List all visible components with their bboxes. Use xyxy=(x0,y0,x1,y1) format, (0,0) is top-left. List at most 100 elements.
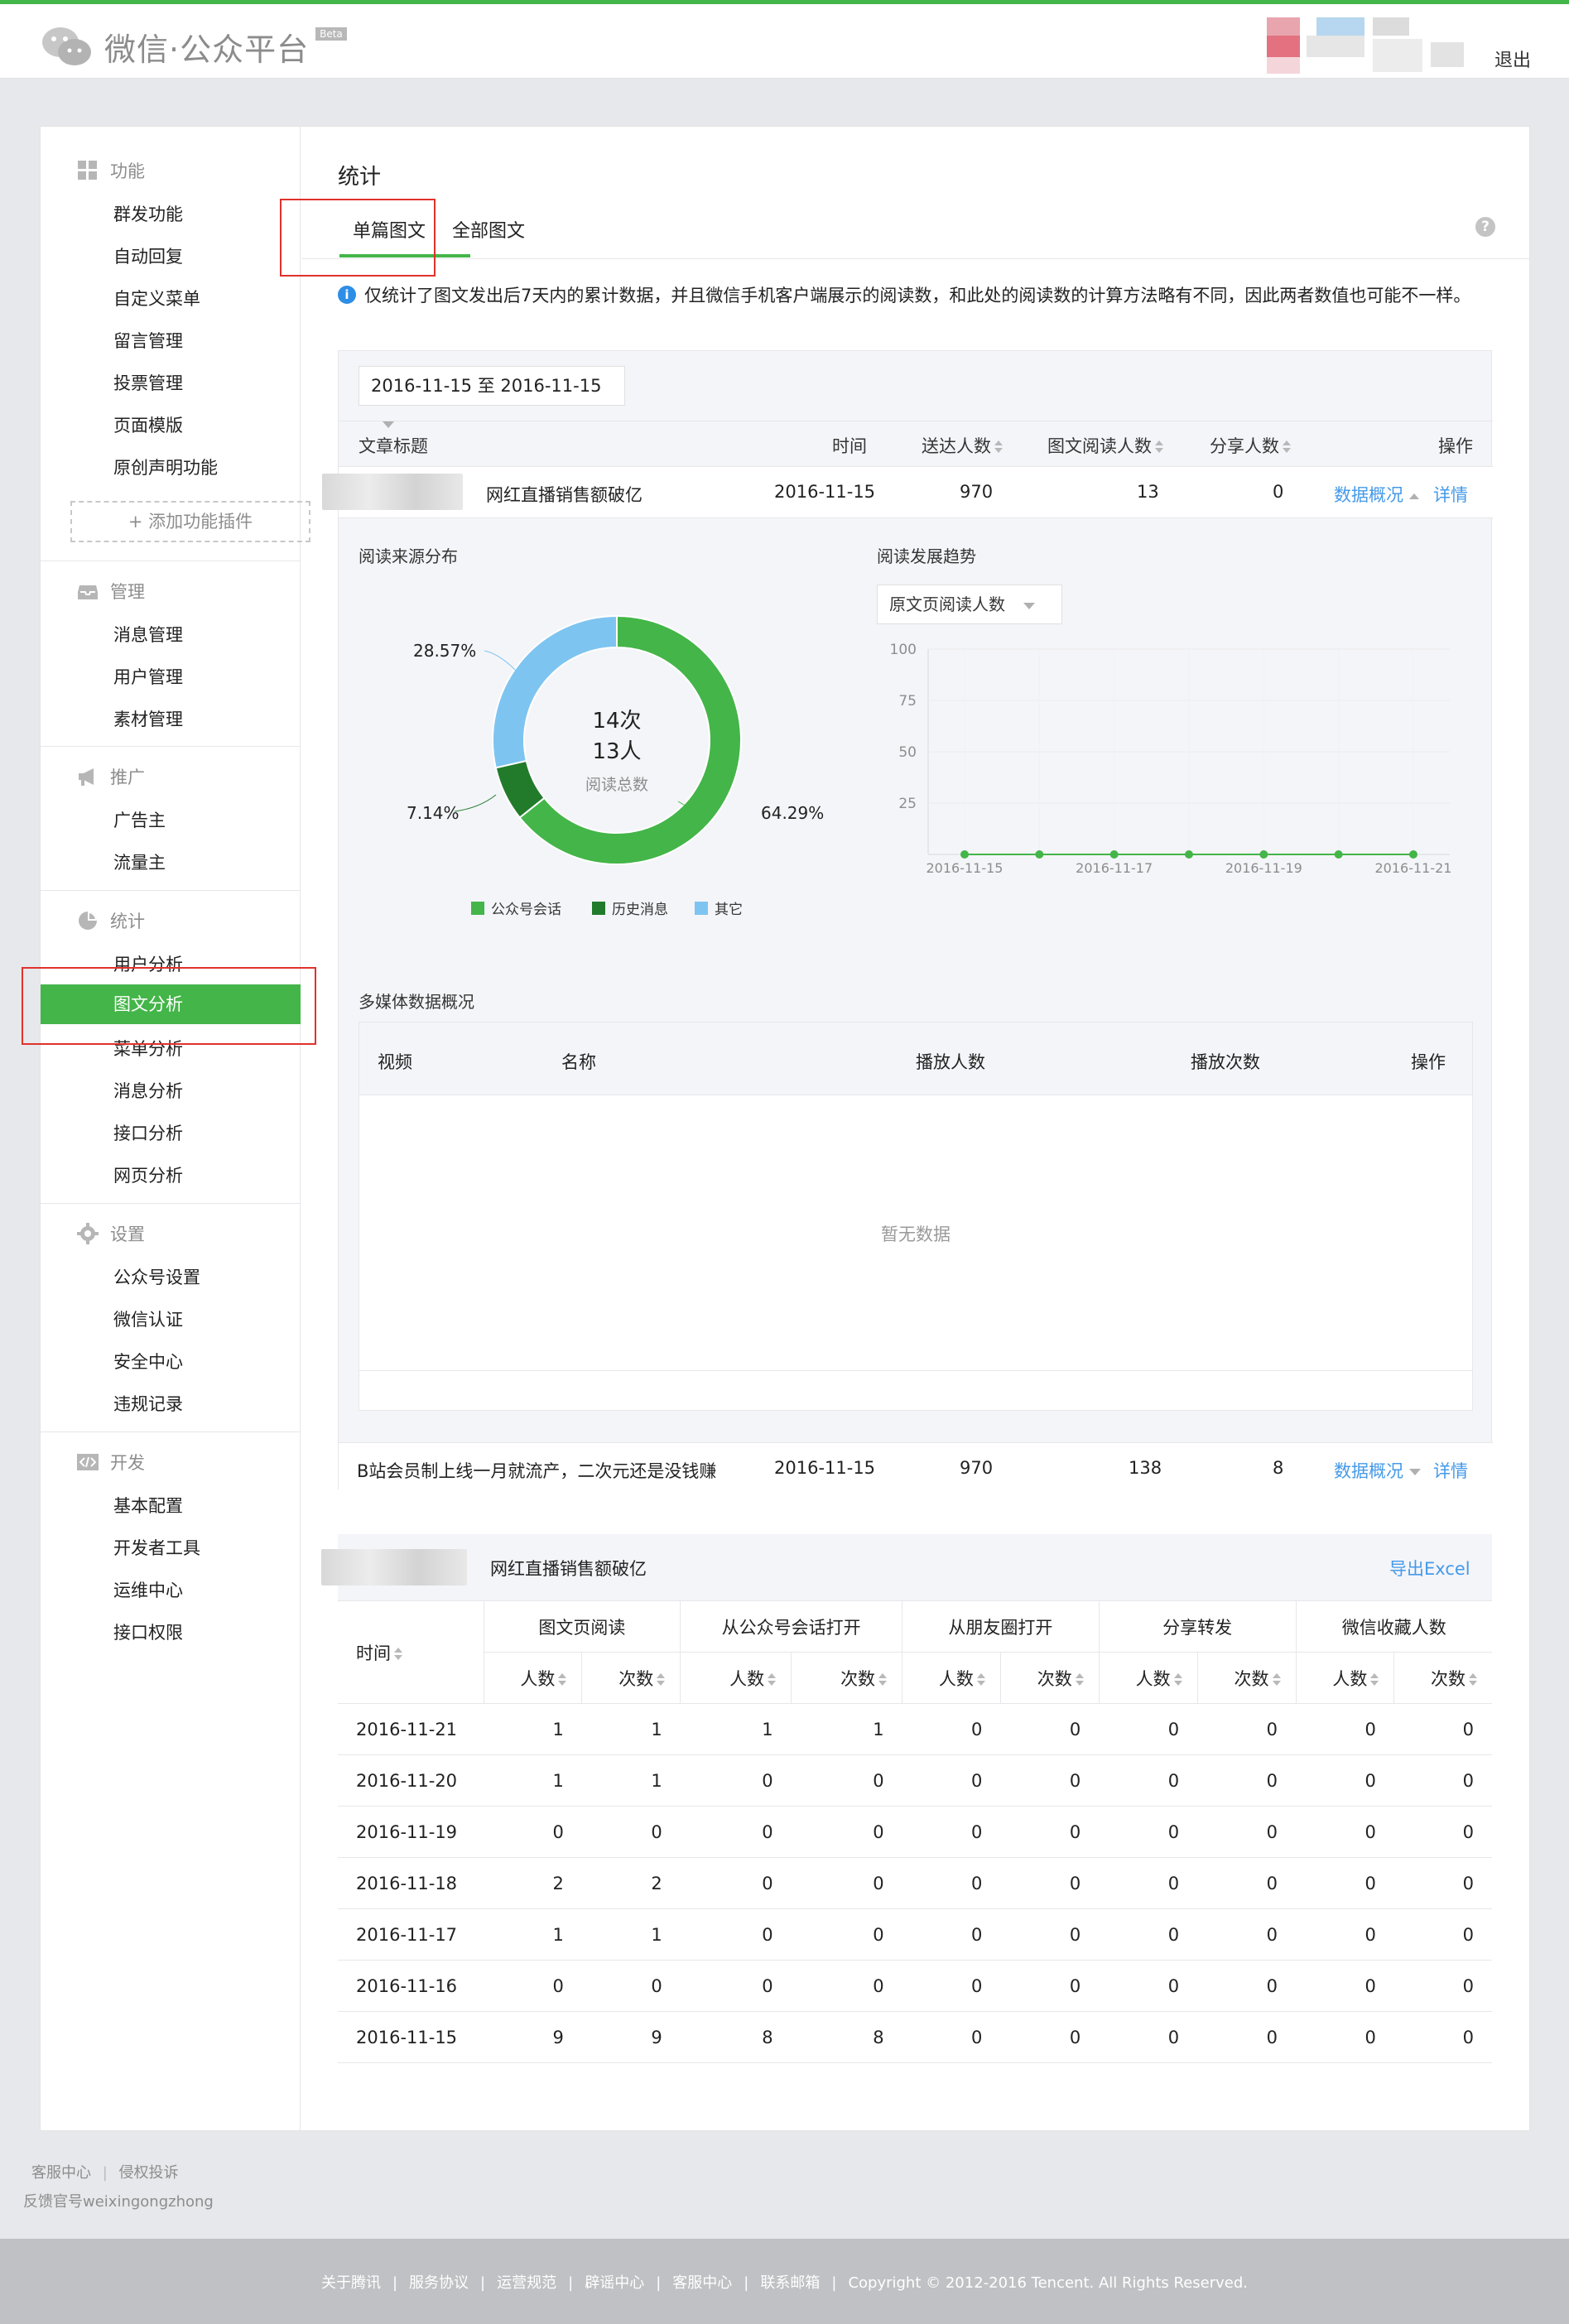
row-value: 1 xyxy=(484,1754,582,1807)
data-overview-link[interactable]: 数据概况 xyxy=(1334,1458,1421,1483)
sidebar-item-微信认证[interactable]: 微信认证 xyxy=(113,1306,183,1331)
bottom-link[interactable]: 辟谣中心 xyxy=(585,2274,644,2292)
data-point[interactable] xyxy=(1185,850,1193,859)
sub-header[interactable]: 人数 xyxy=(1098,1652,1198,1704)
data-point[interactable] xyxy=(1035,850,1044,859)
sidebar-item-运维中心[interactable]: 运维中心 xyxy=(113,1577,183,1602)
table-row: 2016-11-20 1 1 0 0 0 0 0 0 0 0 xyxy=(338,1754,1492,1807)
date-range-value: 2016-11-15 至 2016-11-15 xyxy=(371,376,602,396)
sidebar-item-群发功能[interactable]: 群发功能 xyxy=(113,201,183,226)
sub-header[interactable]: 次数 xyxy=(999,1652,1100,1704)
trend-metric-select[interactable]: 原文页阅读人数 xyxy=(877,585,1062,624)
sort-icon xyxy=(657,1672,666,1686)
logout-link[interactable]: 退出 xyxy=(1494,46,1531,72)
row-value: 0 xyxy=(1099,1703,1198,1755)
x-tick-label: 2016-11-21 xyxy=(1375,860,1452,876)
section-title: 统计 xyxy=(110,912,145,931)
legend-history: 历史消息 xyxy=(592,897,668,918)
section-功能: 功能 xyxy=(77,158,145,183)
sidebar-item-基本配置[interactable]: 基本配置 xyxy=(113,1493,183,1518)
sub-header[interactable]: 次数 xyxy=(1196,1652,1297,1704)
data-point[interactable] xyxy=(1409,850,1417,859)
bottom-link[interactable]: 关于腾讯 xyxy=(321,2274,381,2292)
sidebar-item-投票管理[interactable]: 投票管理 xyxy=(113,370,183,395)
section-title: 设置 xyxy=(110,1225,145,1244)
legend-session: 公众号会话 xyxy=(471,897,561,918)
sidebar-item-消息管理[interactable]: 消息管理 xyxy=(113,622,183,647)
sidebar-item-消息分析[interactable]: 消息分析 xyxy=(113,1078,183,1103)
logo[interactable]: 微信·公众平台 Beta xyxy=(40,24,347,70)
sidebar-item-自动回复[interactable]: 自动回复 xyxy=(113,243,183,268)
col-video: 视频 xyxy=(378,1052,412,1072)
col-shares[interactable]: 分享人数 xyxy=(1210,433,1291,458)
detail-link[interactable]: 详情 xyxy=(1433,1458,1468,1483)
sidebar-item-留言管理[interactable]: 留言管理 xyxy=(113,328,183,353)
sidebar-item-接口权限[interactable]: 接口权限 xyxy=(113,1619,183,1644)
col-readers[interactable]: 图文阅读人数 xyxy=(1047,433,1163,458)
row-value: 0 xyxy=(1296,1857,1394,1909)
date-range-picker[interactable]: 2016-11-15 至 2016-11-15 xyxy=(359,366,625,428)
footer-link-complaint[interactable]: 侵权投诉 xyxy=(119,2164,179,2182)
sidebar-item-页面模版[interactable]: 页面模版 xyxy=(113,412,183,437)
sidebar-item-开发者工具[interactable]: 开发者工具 xyxy=(113,1535,200,1560)
content-area: 统计 单篇图文 全部图文 ? i 仅统计了图文发出后7天内的累计数据，并且微信手… xyxy=(301,127,1530,2130)
sort-icon xyxy=(1469,1672,1477,1686)
sub-header[interactable]: 人数 xyxy=(483,1652,583,1704)
row-value: 0 xyxy=(1393,1703,1492,1755)
media-table: 视频 名称 播放人数 播放次数 操作 暂无数据 xyxy=(359,1022,1473,1411)
sidebar-item-接口分析[interactable]: 接口分析 xyxy=(113,1120,183,1145)
row-value: 0 xyxy=(1197,1960,1296,2012)
sub-header[interactable]: 人数 xyxy=(902,1652,1001,1704)
sidebar-item-网页分析[interactable]: 网页分析 xyxy=(113,1162,183,1187)
sub-header[interactable]: 次数 xyxy=(791,1652,903,1704)
sub-header[interactable]: 次数 xyxy=(581,1652,681,1704)
bottom-link[interactable]: 服务协议 xyxy=(409,2274,469,2292)
footer-link-service[interactable]: 客服中心 xyxy=(31,2164,91,2182)
col-date[interactable]: 时间 xyxy=(338,1600,484,1704)
row-value: 0 xyxy=(902,1857,1001,1909)
row-value: 0 xyxy=(1000,1754,1100,1807)
row-value: 0 xyxy=(902,1908,1001,1961)
data-point[interactable] xyxy=(1109,850,1119,859)
row-value: 0 xyxy=(680,1754,792,1807)
row-value: 2 xyxy=(581,1857,681,1909)
detail-table: 时间 图文页阅读 从公众号会话打开 从朋友圈打开 分享转发 微信收藏人数 人数次… xyxy=(338,1600,1492,2063)
data-point[interactable] xyxy=(1259,850,1268,859)
sidebar-item-用户管理[interactable]: 用户管理 xyxy=(113,664,183,689)
article-readers: 138 xyxy=(1129,1458,1162,1478)
main-container: 功能 群发功能 自动回复 自定义菜单 留言管理 投票管理 页面模版 原创声明功能… xyxy=(40,126,1530,2131)
table-row[interactable]: 网红直播销售额破亿 2016-11-15 970 13 0 数据概况 详情 xyxy=(322,467,1493,518)
export-excel-link[interactable]: 导出Excel xyxy=(1389,1556,1470,1581)
sidebar-item-公众号设置[interactable]: 公众号设置 xyxy=(113,1264,200,1289)
article-date: 2016-11-15 xyxy=(774,482,876,502)
bottom-link[interactable]: 客服中心 xyxy=(672,2274,732,2292)
help-icon[interactable]: ? xyxy=(1475,217,1495,237)
sidebar-item-安全中心[interactable]: 安全中心 xyxy=(113,1349,183,1374)
bottom-link[interactable]: 运营规范 xyxy=(497,2274,556,2292)
sub-header[interactable]: 人数 xyxy=(680,1652,792,1704)
add-plugin-button[interactable]: + 添加功能插件 xyxy=(70,501,310,542)
data-point[interactable] xyxy=(1334,850,1343,859)
col-delivered[interactable]: 送达人数 xyxy=(922,433,1003,458)
sidebar-item-流量主[interactable]: 流量主 xyxy=(113,849,166,874)
table-row[interactable]: B站会员制上线一月就流产，二次元还是没钱赚 2016-11-15 970 138… xyxy=(339,1442,1493,1490)
pie-icon xyxy=(79,912,97,930)
row-value: 0 xyxy=(680,1857,792,1909)
row-value: 2 xyxy=(484,1857,582,1909)
bottom-link[interactable]: 联系邮箱 xyxy=(760,2274,820,2292)
sub-header[interactable]: 人数 xyxy=(1295,1652,1395,1704)
sidebar-item-素材管理[interactable]: 素材管理 xyxy=(113,706,183,731)
tab-all-articles[interactable]: 全部图文 xyxy=(452,216,525,243)
sidebar-item-原创声明功能[interactable]: 原创声明功能 xyxy=(113,455,218,479)
data-point[interactable] xyxy=(960,850,969,859)
section-统计: 统计 xyxy=(77,908,145,933)
data-overview-link[interactable]: 数据概况 xyxy=(1334,482,1419,507)
sidebar-item-自定义菜单[interactable]: 自定义菜单 xyxy=(113,286,200,310)
section-设置: 设置 xyxy=(77,1221,145,1246)
sub-header[interactable]: 次数 xyxy=(1393,1652,1492,1704)
detail-link[interactable]: 详情 xyxy=(1433,482,1468,507)
sidebar-item-广告主[interactable]: 广告主 xyxy=(113,807,166,832)
account-avatar[interactable] xyxy=(1267,17,1482,75)
sidebar-item-违规记录[interactable]: 违规记录 xyxy=(113,1391,183,1416)
sort-icon xyxy=(558,1672,567,1686)
